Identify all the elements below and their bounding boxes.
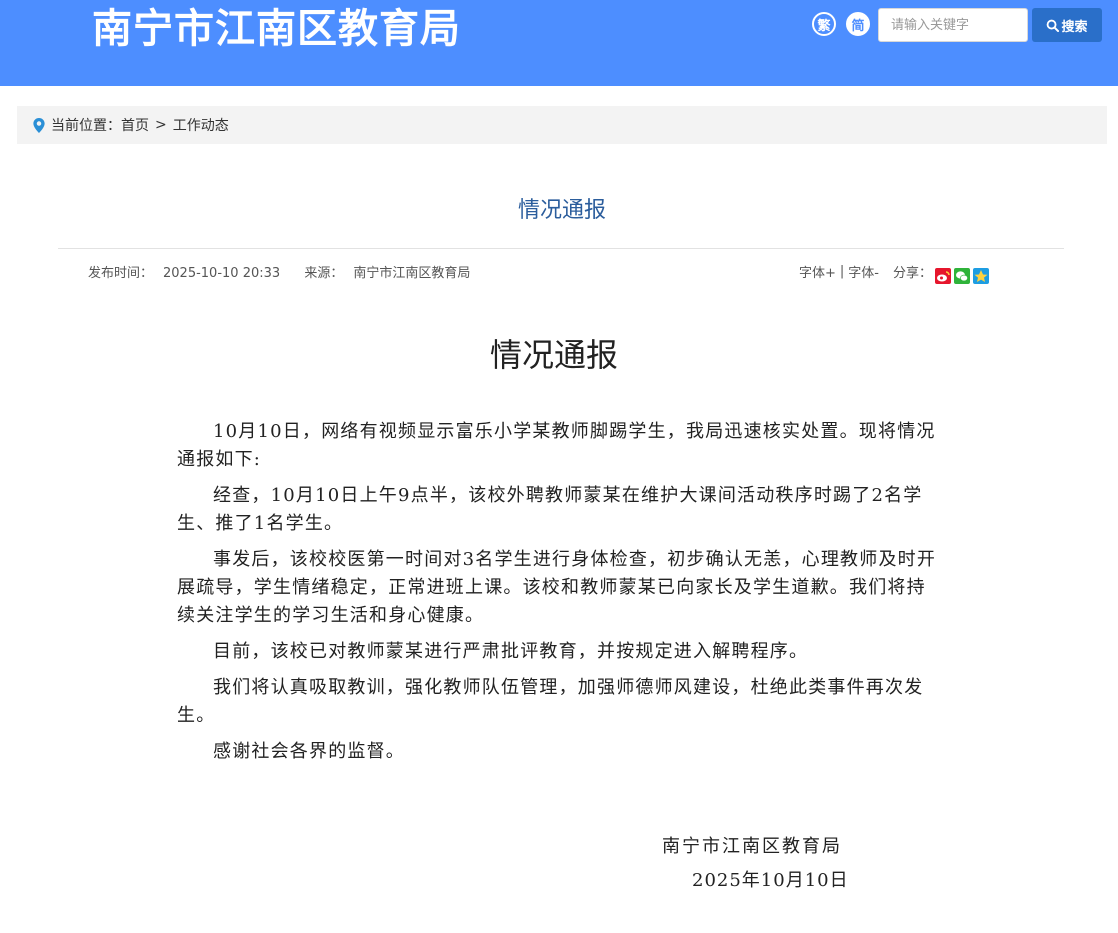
title-divider xyxy=(58,248,1064,249)
simplified-chinese-button[interactable]: 简 xyxy=(846,12,870,36)
breadcrumb-prefix: 当前位置： xyxy=(51,118,121,134)
share-label: 分享： xyxy=(893,266,933,281)
tools-divider: | xyxy=(839,264,845,279)
article-title: 情况通报 xyxy=(517,198,606,223)
weibo-icon[interactable] xyxy=(935,267,952,284)
breadcrumb-work-news-link[interactable]: 工作动态 xyxy=(173,115,229,135)
breadcrumb-home-link[interactable]: 首页 xyxy=(121,115,149,135)
site-title[interactable]: 南宁市江南区教育局 xyxy=(92,5,461,53)
signature-date: 2025年10月10日 xyxy=(692,870,849,891)
search-icon xyxy=(1046,19,1060,32)
paragraph: 10月10日，网络有视频显示富乐小学某教师脚踢学生，我局迅速核实处置。现将情况通… xyxy=(177,421,936,470)
site-header: 南宁市江南区教育局 繁 简 搜索 xyxy=(0,0,1118,86)
font-increase-button[interactable]: 字体+ xyxy=(799,262,836,281)
location-pin-icon xyxy=(33,117,45,133)
paragraph: 我们将认真吸取教训，强化教师队伍管理，加强师德师风建设，杜绝此类事件再次发生。 xyxy=(177,677,924,726)
article-tools: 字体+ | 字体- 分享： xyxy=(799,262,990,284)
body-heading: 情况通报 xyxy=(489,336,618,374)
breadcrumb-separator: > xyxy=(155,117,167,133)
paragraph: 感谢社会各界的监督。 xyxy=(213,741,405,762)
search-button-label: 搜索 xyxy=(1061,19,1088,35)
article-source: 来源： 南宁市江南区教育局 xyxy=(304,266,471,281)
search-input[interactable] xyxy=(878,8,1028,42)
font-decrease-button[interactable]: 字体- xyxy=(848,262,879,281)
publish-time: 发布时间： 2025-10-10 20:33 xyxy=(88,266,281,281)
traditional-chinese-button[interactable]: 繁 xyxy=(812,12,836,36)
paragraph: 目前，该校已对教师蒙某进行严肃批评教育，并按规定进入解聘程序。 xyxy=(213,641,809,662)
wechat-icon[interactable] xyxy=(954,267,971,284)
search-button[interactable]: 搜索 xyxy=(1032,8,1102,42)
article-meta: 发布时间： 2025-10-10 20:33 来源： 南宁市江南区教育局 xyxy=(88,262,490,281)
paragraph: 事发后，该校校医第一时间对3名学生进行身体检查，初步确认无恙，心理教师及时开展疏… xyxy=(177,549,937,626)
article-content: 10月10日，网络有视频显示富乐小学某教师脚踢学生，我局迅速核实处置。现将情况通… xyxy=(177,418,937,774)
signature-organization: 南宁市江南区教育局 xyxy=(662,836,842,857)
breadcrumb: 当前位置： 首页 > 工作动态 xyxy=(17,106,1107,144)
qzone-icon[interactable] xyxy=(973,267,990,284)
paragraph: 经查，10月10日上午9点半，该校外聘教师蒙某在维护大课间活动秩序时踢了2名学生… xyxy=(177,485,923,534)
